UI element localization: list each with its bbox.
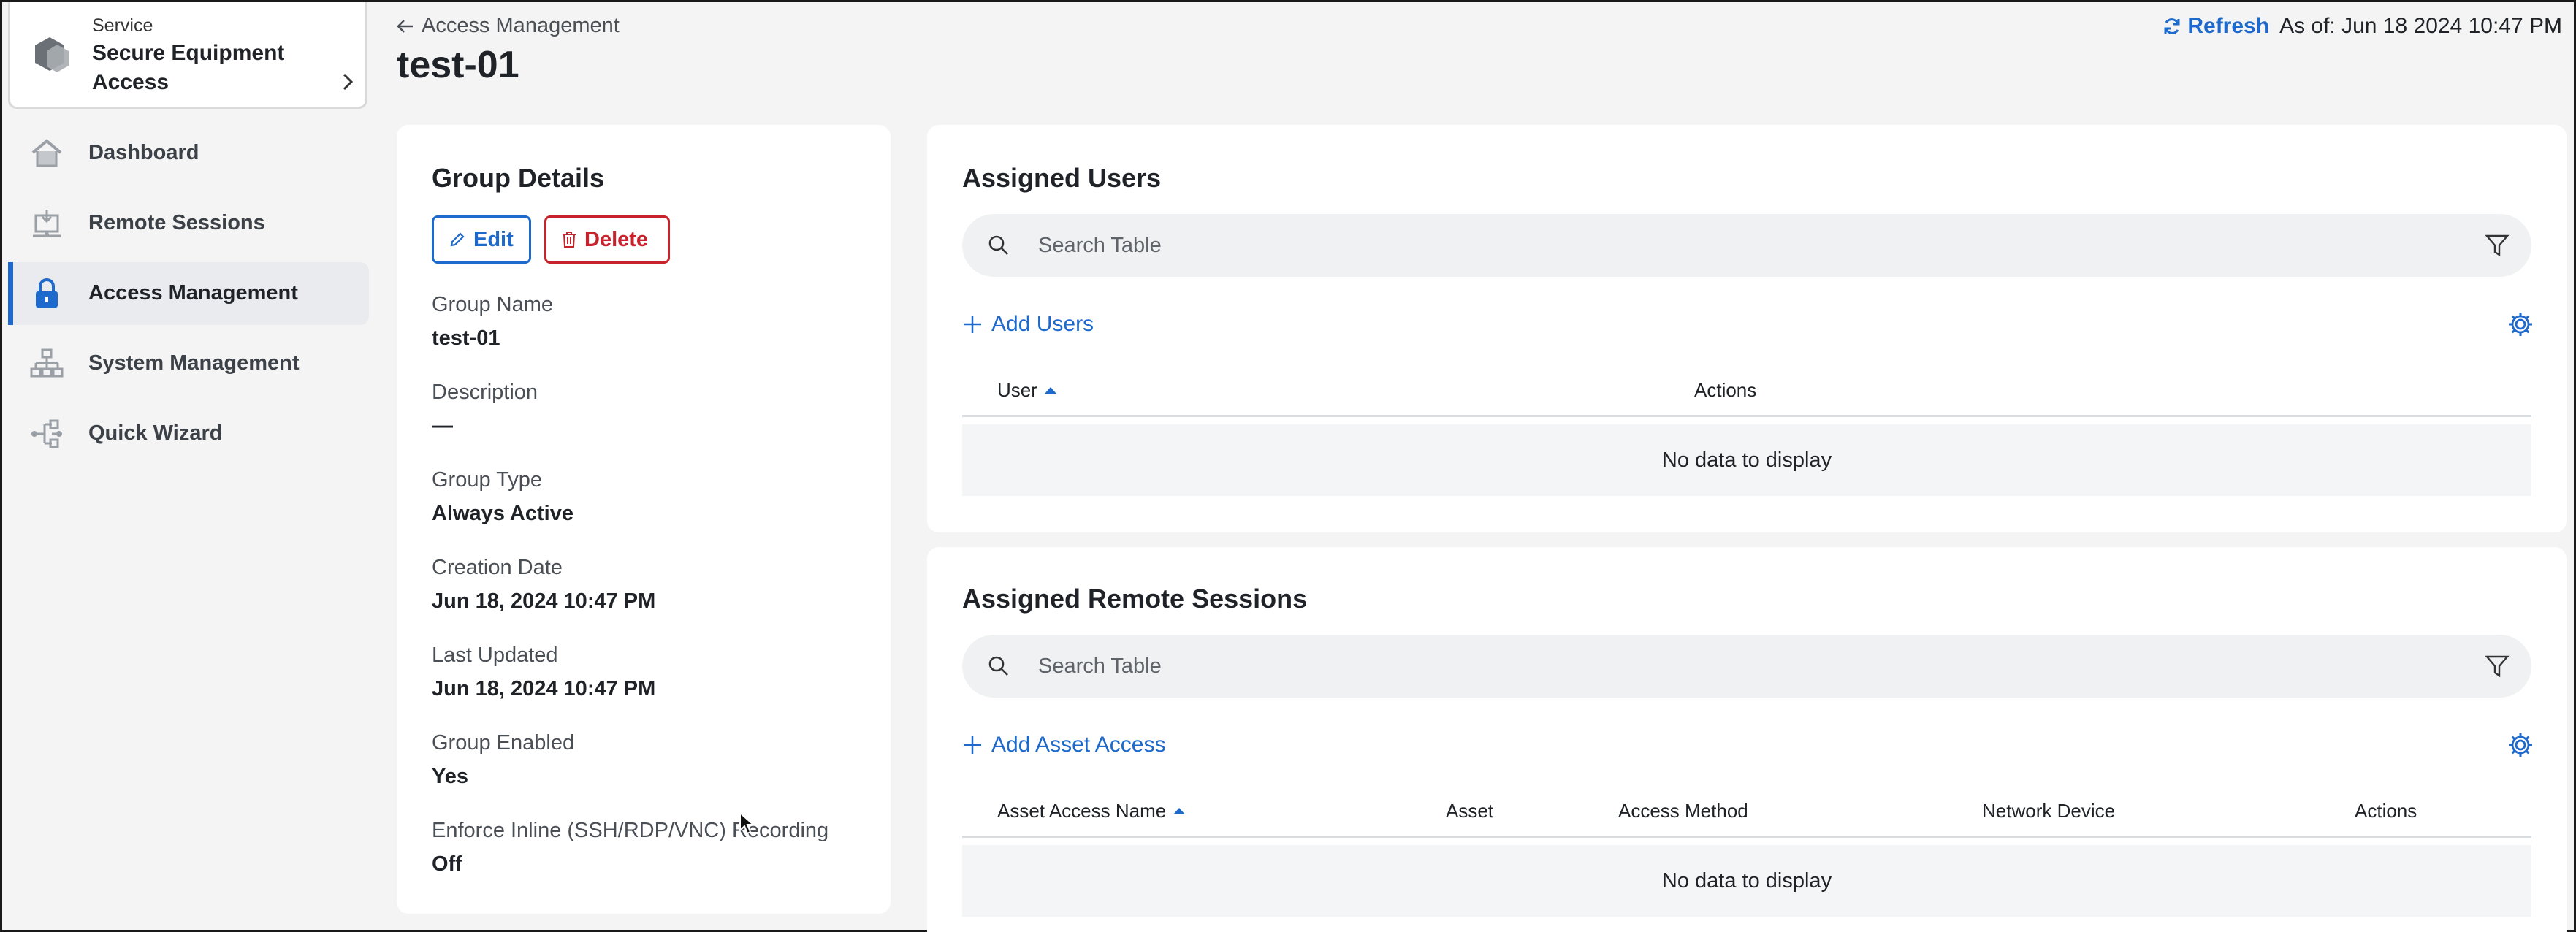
- column-header-actions: Actions: [1694, 379, 1756, 402]
- column-header-label: Asset: [1446, 800, 1494, 822]
- refresh-bar: Refresh As of: Jun 18 2024 10:47 PM: [2162, 14, 2562, 39]
- add-users-label: Add Users: [991, 312, 1094, 336]
- filter-icon[interactable]: [2485, 654, 2510, 679]
- sidebar-item-access-management[interactable]: Access Management: [8, 262, 369, 325]
- remote-sessions-icon: [30, 207, 64, 240]
- column-header-label: Actions: [1694, 379, 1757, 401]
- assigned-sessions-card: Assigned Remote Sessions Add Asset Acces…: [927, 547, 2567, 932]
- group-type-label: Group Type: [432, 468, 543, 492]
- sidebar-item-label: Remote Sessions: [88, 211, 265, 234]
- sidebar-item-label: System Management: [88, 351, 300, 375]
- page-title: test-01: [397, 44, 519, 86]
- column-header-label: Asset Access Name: [997, 800, 1167, 822]
- edit-label: Edit: [473, 227, 514, 251]
- last-updated-value: Jun 18, 2024 10:47 PM: [432, 677, 656, 700]
- column-header-label: Access Method: [1618, 800, 1748, 822]
- description-label: Description: [432, 381, 538, 404]
- column-header-asset-access-name[interactable]: Asset Access Name: [997, 800, 1186, 822]
- sessions-search-bar[interactable]: [962, 635, 2531, 698]
- last-updated-label: Last Updated: [432, 643, 558, 667]
- sessions-search-input[interactable]: [1038, 651, 2353, 681]
- breadcrumb-label: Access Management: [422, 14, 620, 37]
- delete-label: Delete: [584, 227, 649, 251]
- network-icon: [30, 347, 64, 381]
- column-header-asset[interactable]: Asset: [1446, 800, 1493, 822]
- column-header-network-device[interactable]: Network Device: [1982, 800, 2115, 822]
- recording-label: Enforce Inline (SSH/RDP/VNC) Recording: [432, 819, 829, 842]
- sidebar: Service Secure Equipment Access Dashboar…: [2, 2, 375, 930]
- column-header-label: Actions: [2355, 800, 2417, 822]
- group-name-label: Group Name: [432, 293, 554, 316]
- users-search-bar[interactable]: [962, 214, 2531, 277]
- add-asset-access-label: Add Asset Access: [991, 733, 1166, 757]
- column-header-actions: Actions: [2355, 800, 2417, 822]
- gear-icon[interactable]: [2507, 731, 2534, 759]
- breadcrumb[interactable]: Access Management: [397, 14, 620, 38]
- home-icon: [30, 137, 64, 170]
- sort-ascending-icon: [1173, 808, 1186, 814]
- group-details-title: Group Details: [432, 163, 605, 193]
- arrow-left-icon: [397, 18, 414, 34]
- group-enabled-label: Group Enabled: [432, 731, 575, 755]
- filter-icon[interactable]: [2485, 233, 2510, 258]
- description-value: —: [432, 414, 453, 438]
- creation-date-value: Jun 18, 2024 10:47 PM: [432, 589, 656, 613]
- sidebar-item-label: Quick Wizard: [88, 421, 223, 445]
- search-icon: [987, 234, 1010, 257]
- sessions-table-header: Asset Access Name Asset Access Method Ne…: [962, 787, 2531, 838]
- service-kicker: Service: [92, 15, 153, 36]
- assigned-users-title: Assigned Users: [962, 163, 1162, 193]
- edit-button[interactable]: Edit: [432, 215, 531, 264]
- service-switcher[interactable]: Service Secure Equipment Access: [8, 2, 367, 109]
- wizard-icon: [30, 417, 64, 451]
- add-asset-access-button[interactable]: Add Asset Access: [962, 733, 1165, 757]
- service-logo-icon: [32, 34, 73, 75]
- assigned-users-card: Assigned Users Add Users User Actions No: [927, 125, 2567, 532]
- delete-button[interactable]: Delete: [544, 215, 670, 264]
- group-details-card: Group Details Edit Delete Group Name tes…: [397, 125, 891, 914]
- plus-icon: [962, 314, 983, 335]
- mouse-cursor-icon: [739, 811, 755, 835]
- group-enabled-value: Yes: [432, 765, 468, 788]
- as-of-timestamp: As of: Jun 18 2024 10:47 PM: [2279, 14, 2562, 38]
- lock-icon: [30, 277, 64, 310]
- service-name: Secure Equipment Access: [92, 41, 285, 94]
- plus-icon: [962, 735, 983, 755]
- refresh-button[interactable]: Refresh: [2162, 14, 2269, 39]
- trash-icon: [561, 231, 577, 248]
- chevron-right-icon: [340, 72, 355, 91]
- users-empty-row: No data to display: [962, 424, 2531, 496]
- creation-date-label: Creation Date: [432, 556, 563, 579]
- sidebar-item-label: Dashboard: [88, 141, 199, 164]
- users-table-header: User Actions: [962, 366, 2531, 417]
- group-name-value: test-01: [432, 326, 500, 350]
- column-header-user[interactable]: User: [997, 379, 1056, 402]
- recording-value: Off: [432, 852, 462, 876]
- users-search-input[interactable]: [1038, 230, 2353, 261]
- gear-icon[interactable]: [2507, 310, 2534, 338]
- sessions-empty-row: No data to display: [962, 845, 2531, 917]
- sidebar-item-quick-wizard[interactable]: Quick Wizard: [8, 402, 369, 465]
- search-icon: [987, 654, 1010, 678]
- assigned-sessions-title: Assigned Remote Sessions: [962, 584, 1308, 614]
- pencil-icon: [449, 231, 466, 248]
- sidebar-nav: Dashboard Remote Sessions Access Managem…: [8, 122, 369, 473]
- sidebar-item-system-management[interactable]: System Management: [8, 332, 369, 395]
- refresh-icon: [2162, 17, 2181, 36]
- column-header-label: User: [997, 379, 1037, 401]
- sidebar-item-label: Access Management: [88, 281, 298, 305]
- group-type-value: Always Active: [432, 502, 573, 525]
- sort-ascending-icon: [1044, 387, 1056, 394]
- refresh-label: Refresh: [2187, 14, 2270, 38]
- column-header-access-method[interactable]: Access Method: [1618, 800, 1748, 822]
- sidebar-item-remote-sessions[interactable]: Remote Sessions: [8, 192, 369, 255]
- sidebar-item-dashboard[interactable]: Dashboard: [8, 122, 369, 185]
- add-users-button[interactable]: Add Users: [962, 312, 1094, 337]
- column-header-label: Network Device: [1982, 800, 2116, 822]
